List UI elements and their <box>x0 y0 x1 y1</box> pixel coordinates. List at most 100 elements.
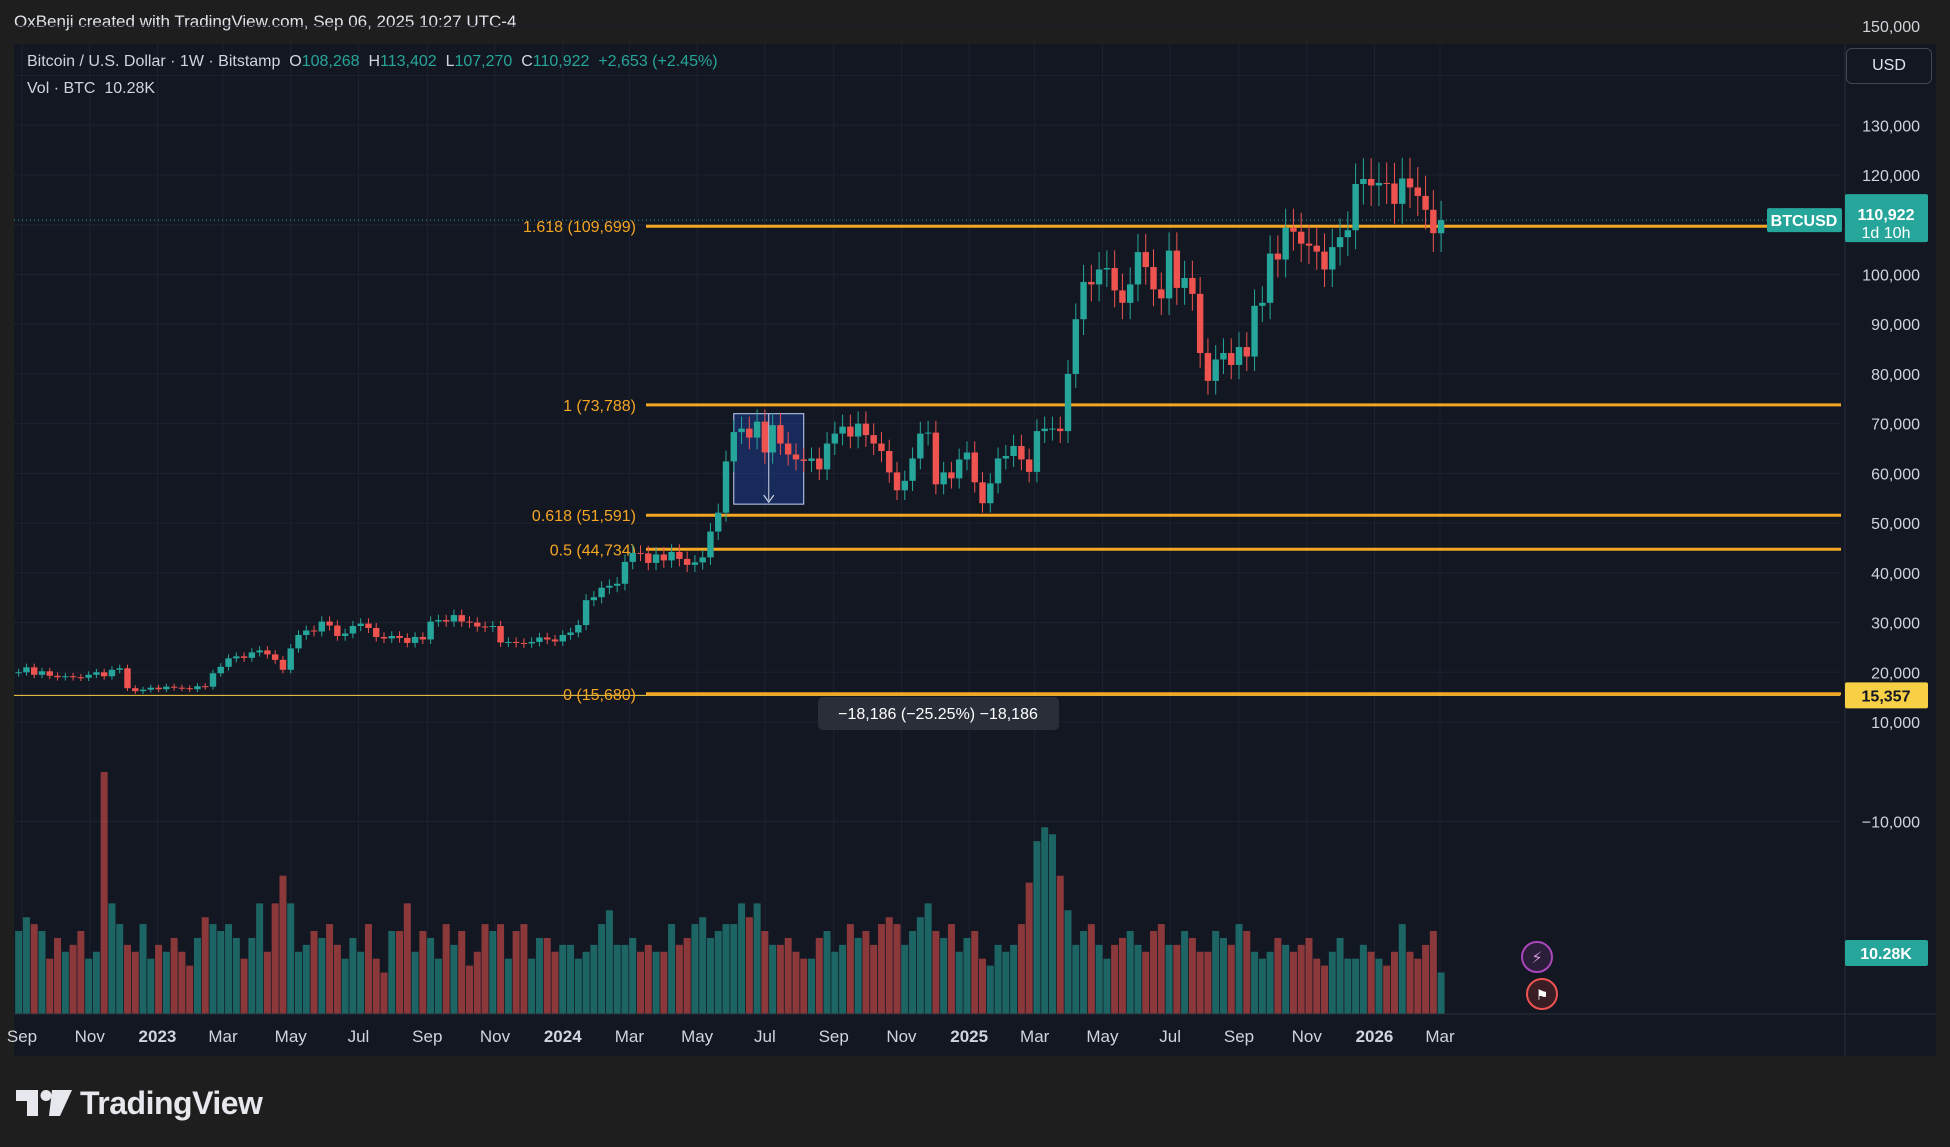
candle-body <box>544 637 551 640</box>
candle-body <box>139 689 147 692</box>
volume-bar <box>1297 944 1305 1014</box>
candle-body <box>1243 347 1250 357</box>
candle-body <box>1220 353 1227 360</box>
candle-body <box>808 458 815 461</box>
volume-bar <box>909 931 917 1014</box>
volume-bar <box>279 875 287 1014</box>
volume-bar <box>1126 931 1134 1014</box>
volume-bar <box>302 944 310 1014</box>
candle-body <box>1119 290 1126 303</box>
volume-label[interactable]: Vol · BTC <box>27 80 95 97</box>
volume-bar <box>22 917 30 1014</box>
price-tick-label: 150,000 <box>1862 19 1920 36</box>
volume-bar <box>605 910 613 1014</box>
candle-body <box>753 421 761 438</box>
candle-body <box>163 686 170 690</box>
volume-bar <box>870 944 878 1014</box>
volume-bar <box>61 951 69 1014</box>
candle-body <box>248 652 256 658</box>
volume-bar <box>885 917 893 1014</box>
volume-bar <box>310 931 318 1014</box>
candle-body <box>46 671 53 676</box>
candle-body <box>170 686 178 688</box>
volume-bar <box>862 931 870 1014</box>
volume-bar <box>854 937 862 1014</box>
candle-body <box>1057 428 1064 432</box>
volume-bar <box>598 924 606 1014</box>
tradingview-logo[interactable]: TradingView <box>16 1085 263 1121</box>
volume-bar <box>1328 951 1336 1014</box>
volume-badge-text: 10.28K <box>1860 946 1912 963</box>
volume-bar <box>567 944 575 1014</box>
volume-bar <box>1375 958 1383 1014</box>
candle-body <box>474 622 481 627</box>
volume-bar <box>1352 958 1360 1014</box>
candle-body <box>341 633 349 636</box>
volume-bar <box>776 944 784 1014</box>
volume-bar <box>1002 951 1010 1014</box>
candle-body <box>559 634 566 642</box>
volume-bar <box>994 944 1002 1014</box>
currency-button[interactable]: USD <box>1846 48 1932 84</box>
symbol-label[interactable]: Bitcoin / U.S. Dollar · 1W · Bitstamp <box>27 53 280 70</box>
volume-bar <box>613 944 621 1014</box>
volume-bar <box>396 931 404 1014</box>
volume-bar <box>326 924 334 1014</box>
volume-bar <box>955 951 963 1014</box>
candle-body <box>318 621 326 632</box>
volume-bar <box>1344 958 1352 1014</box>
volume-bar <box>932 931 940 1014</box>
fib-level-label: 0.5 (44,734) <box>550 542 636 559</box>
volume-bar <box>714 931 722 1014</box>
volume-bar <box>263 951 271 1014</box>
candle-body <box>520 642 528 644</box>
candle-body <box>707 531 714 558</box>
last-price-text: 110,922 <box>1858 207 1915 224</box>
candle-body <box>1103 268 1111 270</box>
time-tick-label: Mar <box>1020 1027 1050 1046</box>
volume-bar <box>691 924 699 1014</box>
volume-bar <box>465 965 473 1014</box>
candle-body <box>691 562 699 565</box>
price-tick-label: −10,000 <box>1862 814 1920 831</box>
time-tick-label: May <box>275 1027 308 1046</box>
candle-body <box>1165 250 1173 299</box>
volume-bar <box>380 972 388 1014</box>
volume-legend: Vol · BTC 10.28K <box>27 80 155 98</box>
candle-body <box>551 639 559 642</box>
volume-bar <box>372 958 380 1014</box>
marker-price-text: 15,357 <box>1862 688 1911 705</box>
volume-bar <box>1359 944 1367 1014</box>
price-chart[interactable]: 2.618 (167,807)1.618 (109,699)1 (73,788)… <box>0 0 1950 1147</box>
volume-bar <box>621 944 629 1014</box>
candle-body <box>1080 281 1087 320</box>
volume-bar <box>722 924 730 1014</box>
candle-body <box>505 641 512 643</box>
price-tick-label: 120,000 <box>1862 168 1920 185</box>
volume-bar <box>450 944 458 1014</box>
candle-body <box>746 428 753 438</box>
candle-body <box>38 671 46 675</box>
candle-body <box>93 672 100 675</box>
volume-bar <box>318 937 326 1014</box>
price-tick-label: 130,000 <box>1862 118 1920 135</box>
volume-bar <box>1103 958 1111 1014</box>
price-tick-label: 10,000 <box>1871 715 1920 732</box>
candle-body <box>442 620 450 622</box>
candle-body <box>1041 428 1048 432</box>
volume-bar <box>1429 931 1437 1014</box>
volume-bar <box>753 903 761 1014</box>
candle-body <box>209 673 217 687</box>
candle-body <box>349 626 357 634</box>
volume-bar <box>287 903 295 1014</box>
candle-body <box>1235 347 1243 365</box>
time-tick-label: Sep <box>7 1027 37 1046</box>
volume-bar <box>427 937 435 1014</box>
time-tick-label: Sep <box>1224 1027 1254 1046</box>
candle-body <box>450 615 458 622</box>
volume-bar <box>15 931 23 1014</box>
candle-body <box>886 450 893 473</box>
candle-body <box>637 552 644 554</box>
volume-bar <box>1414 958 1422 1014</box>
volume-bar <box>504 958 512 1014</box>
